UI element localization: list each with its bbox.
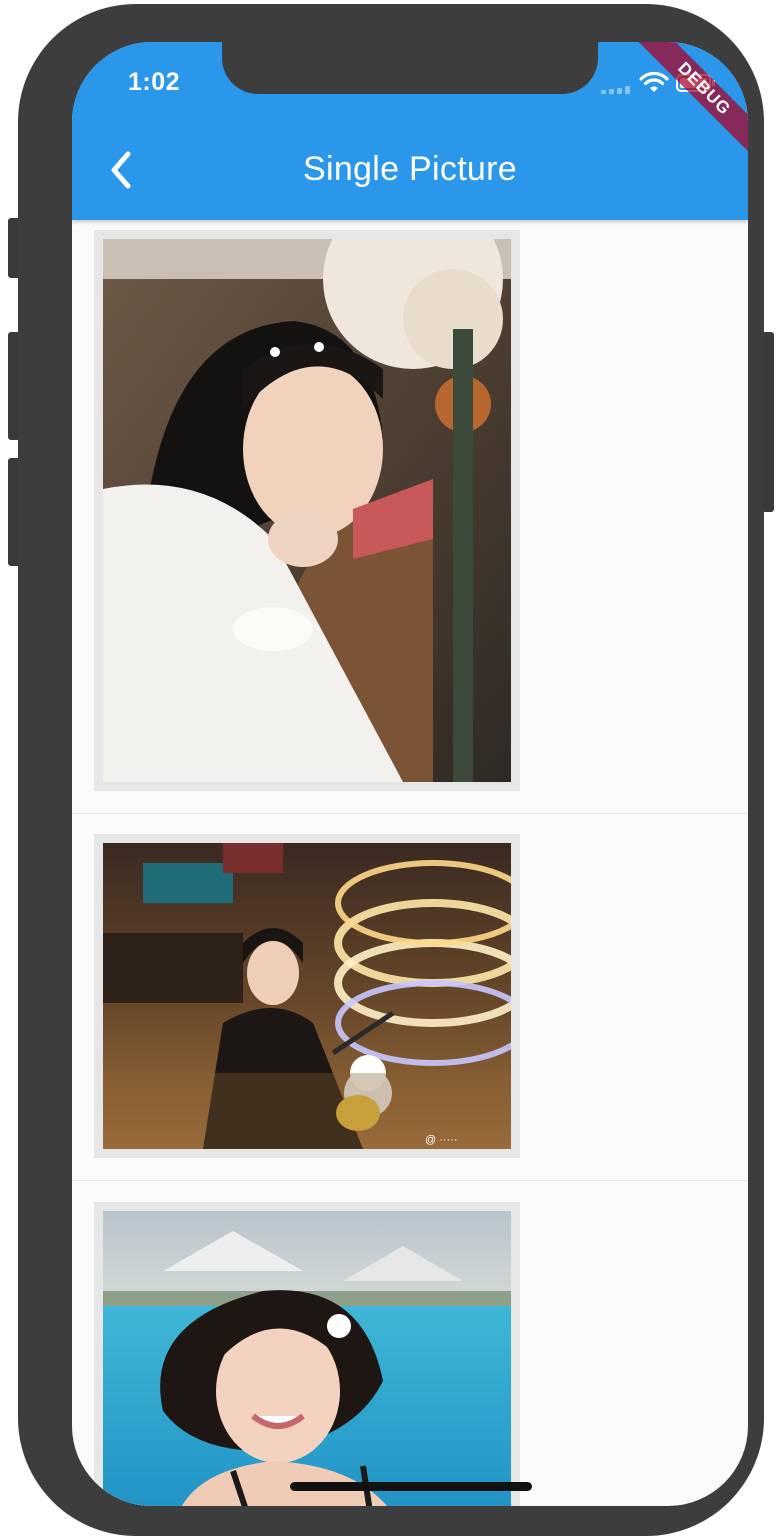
debug-banner: DEBUG	[618, 42, 748, 172]
photo-watermark: @ ·····	[425, 1134, 458, 1146]
home-indicator[interactable]	[290, 1482, 532, 1491]
notch	[222, 42, 598, 94]
photo-frame	[94, 1202, 520, 1506]
status-time: 1:02	[128, 68, 181, 96]
photo-image	[103, 1211, 511, 1506]
debug-label: DEBUG	[631, 42, 748, 162]
photo-girl-selfie-lights[interactable]: @ ·····	[103, 843, 511, 1149]
list-item[interactable]	[72, 1182, 748, 1506]
photo-image: @ ·····	[103, 843, 511, 1149]
list-item[interactable]	[72, 222, 748, 814]
photo-image	[103, 239, 511, 782]
screen: 1:02 Single Picture DEBUG @ ·····	[72, 42, 748, 1506]
phone-frame: 1:02 Single Picture DEBUG @ ·····	[18, 4, 764, 1536]
photo-girl-with-book[interactable]	[103, 239, 511, 782]
photo-frame	[94, 230, 520, 791]
photo-frame: @ ·····	[94, 834, 520, 1158]
list-divider	[72, 1180, 748, 1181]
photo-girl-pool[interactable]	[103, 1211, 511, 1506]
list-item[interactable]: @ ·····	[72, 814, 748, 1182]
